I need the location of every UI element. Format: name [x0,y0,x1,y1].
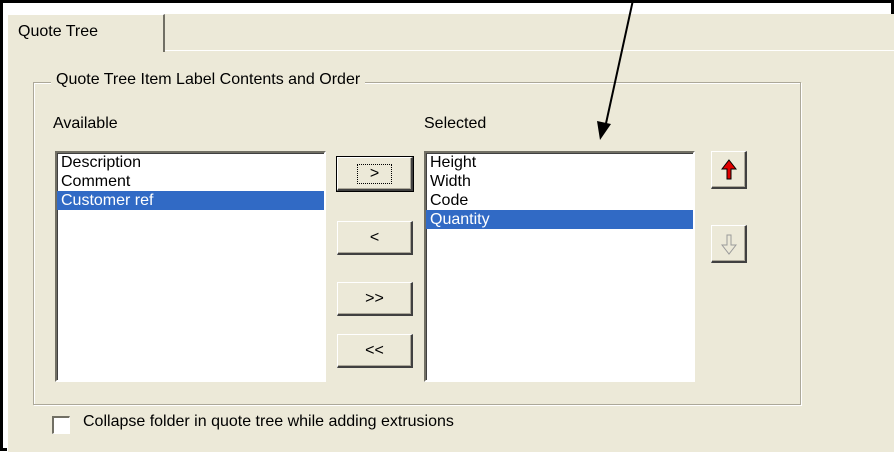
annotation-arrow [597,0,634,140]
